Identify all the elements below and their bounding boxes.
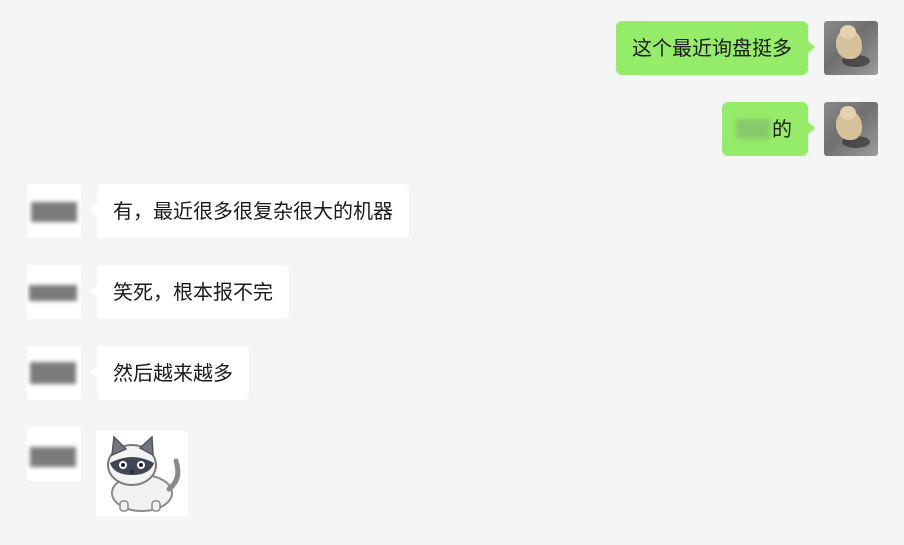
blurred-avatar-icon: [31, 202, 77, 222]
blurred-avatar-icon: [29, 285, 77, 301]
message-row: 然后越来越多: [0, 346, 904, 404]
dog-head-icon: [840, 25, 856, 39]
message-row: 的: [0, 101, 904, 159]
message-text: 有，最近很多很复杂很大的机器: [113, 199, 393, 223]
contact-avatar[interactable]: [27, 427, 81, 481]
dog-head-icon: [840, 106, 856, 120]
message-bubble[interactable]: 这个最近询盘挺多: [616, 21, 815, 75]
message-bubble[interactable]: 然后越来越多: [90, 346, 249, 400]
blurred-avatar-icon: [30, 447, 76, 467]
contact-avatar[interactable]: [27, 184, 81, 238]
message-bubble[interactable]: 有，最近很多很复杂很大的机器: [90, 184, 409, 238]
message-bubble[interactable]: 笑死，根本报不完: [90, 265, 289, 319]
contact-avatar[interactable]: [27, 265, 81, 319]
self-avatar[interactable]: [824, 21, 878, 75]
message-text: 然后越来越多: [113, 361, 233, 385]
raccoon-cat-sticker[interactable]: [96, 431, 188, 516]
message-bubble[interactable]: 的: [722, 102, 815, 156]
message-row: 有，最近很多很复杂很大的机器: [0, 183, 904, 241]
censored-text-blur: [736, 119, 770, 139]
blurred-avatar-icon: [30, 362, 76, 384]
message-text: 这个最近询盘挺多: [632, 36, 792, 60]
message-row: 笑死，根本报不完: [0, 264, 904, 322]
chat-window: 这个最近询盘挺多 的 有，最近很多很复杂很大的机器 笑死，根本报不完 然后越来越…: [0, 0, 904, 545]
self-avatar[interactable]: [824, 102, 878, 156]
sticker-cat-icon: [107, 435, 181, 512]
message-text: 笑死，根本报不完: [113, 280, 273, 304]
contact-avatar[interactable]: [27, 346, 81, 400]
message-row: 这个最近询盘挺多: [0, 20, 904, 78]
message-text: 的: [772, 117, 792, 141]
